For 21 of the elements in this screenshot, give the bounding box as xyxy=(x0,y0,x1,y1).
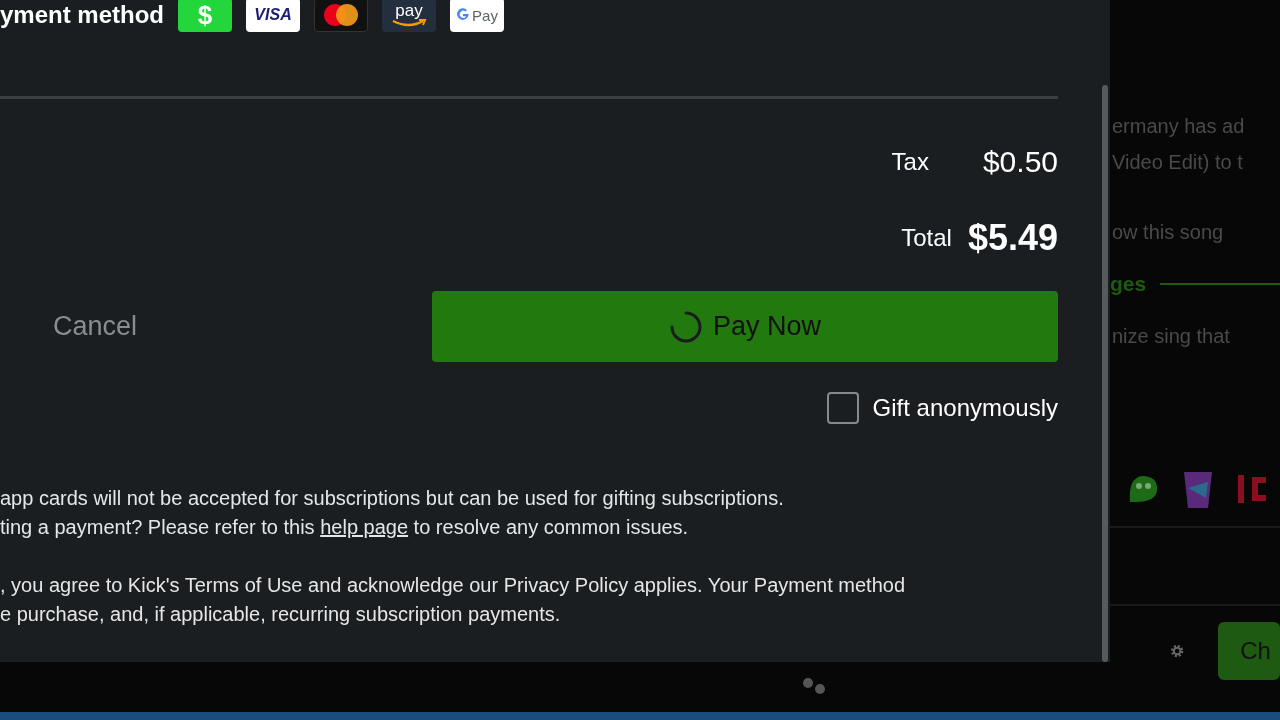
help-page-link[interactable]: help page xyxy=(320,516,409,538)
pay-now-button[interactable]: Pay Now xyxy=(432,291,1058,362)
legal-text: e purchase, and, if applicable, recurring subscription payments. xyxy=(0,602,562,627)
chat-message: ow this song xyxy=(1112,220,1225,245)
mastercard-logo[interactable] xyxy=(314,0,368,32)
google-pay-logo[interactable]: Pay xyxy=(450,0,504,32)
tax-amount: $0.50 xyxy=(982,145,1058,179)
chat-message: ermany has ad Video Edit) to t xyxy=(1112,114,1246,175)
tax-label: Tax xyxy=(891,148,929,176)
chat-message: nize sing that xyxy=(1112,324,1231,349)
note-text: app cards will not be accepted for subscriptions but can be used for gifting subscriptions. xyxy=(0,486,785,511)
gift-anonymously-checkbox[interactable]: Gift anonymously xyxy=(826,392,1058,424)
amazon-pay-logo[interactable]: pay xyxy=(382,0,436,32)
total-amount: $5.49 xyxy=(967,217,1058,259)
total-label: Total xyxy=(901,224,952,252)
cancel-button[interactable]: Cancel xyxy=(0,311,190,342)
legal-text: , you agree to Kick's Terms of Use and acknowledge our Privacy Policy applies. Your Payment method xyxy=(0,573,907,598)
note-text: ting a payment? Please refer to this help page to resolve any common issues. xyxy=(0,515,690,540)
visa-logo[interactable]: VISA xyxy=(246,0,300,32)
section-title: yment method xyxy=(0,1,164,29)
chat-section-label: ges xyxy=(1110,272,1147,296)
